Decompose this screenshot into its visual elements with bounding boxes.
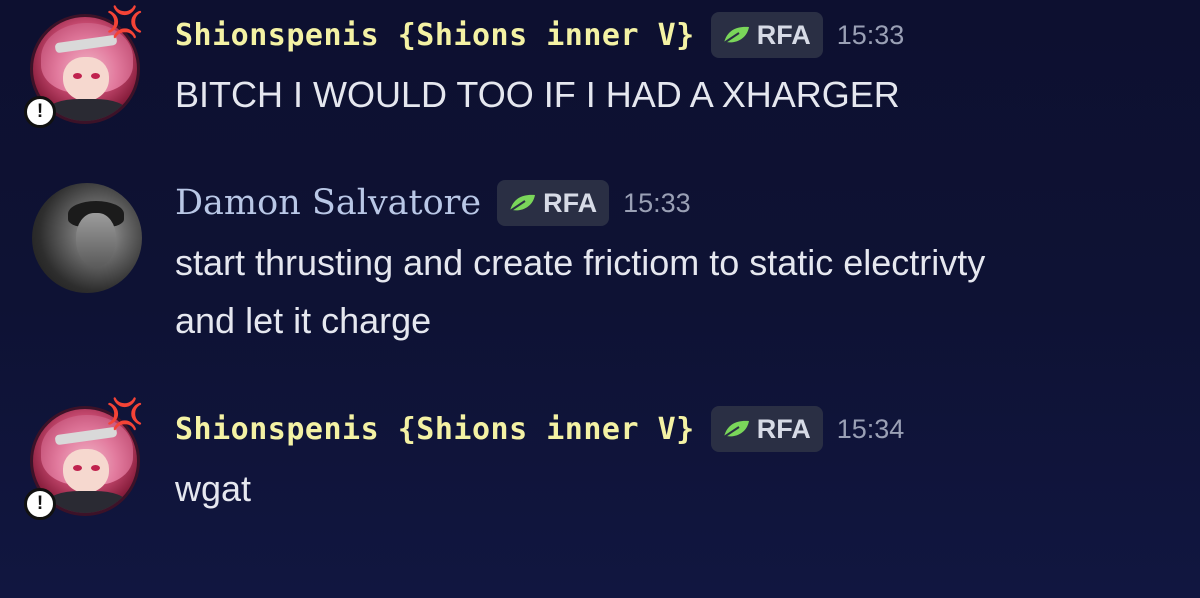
- message-content: start thrusting and create frictiom to s…: [175, 234, 1185, 350]
- tag-label: RFA: [756, 413, 811, 444]
- username[interactable]: Damon Salvatore: [175, 183, 481, 223]
- avatar-face: [63, 449, 109, 493]
- message-header: Damon Salvatore RFA 15:33: [175, 180, 691, 226]
- message-content: wgat: [175, 460, 1185, 518]
- anger-icon: 💢: [106, 6, 144, 39]
- message-header: Shionspenis {Shions inner V} RFA 15:34: [175, 406, 904, 452]
- leaf-icon: [509, 194, 536, 212]
- alert-icon: !: [24, 488, 56, 520]
- message-header: Shionspenis {Shions inner V} RFA 15:33: [175, 12, 904, 58]
- chat-log: 💢 ! Shionspenis {Shions inner V} RFA 15:…: [0, 0, 1200, 598]
- message-content: BITCH I WOULD TOO IF I HAD A XHARGER: [175, 66, 1185, 124]
- alert-icon: !: [24, 96, 56, 128]
- avatar-eye: [73, 465, 82, 471]
- avatar[interactable]: [32, 183, 142, 293]
- timestamp: 15:33: [836, 19, 905, 50]
- anger-icon: 💢: [106, 398, 144, 431]
- username[interactable]: Shionspenis {Shions inner V}: [175, 412, 695, 447]
- avatar-face: [63, 57, 109, 101]
- message-line: BITCH I WOULD TOO IF I HAD A XHARGER: [175, 74, 900, 115]
- message-line: and let it charge: [175, 300, 432, 341]
- role-tag[interactable]: RFA: [710, 12, 823, 58]
- avatar-body: [47, 99, 127, 121]
- message-line: wgat: [175, 468, 252, 509]
- username[interactable]: Shionspenis {Shions inner V}: [175, 18, 695, 53]
- avatar-body: [47, 491, 127, 513]
- leaf-icon: [723, 420, 749, 438]
- timestamp: 15:33: [623, 187, 691, 218]
- avatar-eye: [73, 73, 82, 79]
- avatar-face: [76, 213, 116, 267]
- tag-label: RFA: [756, 19, 811, 50]
- leaf-icon: [723, 26, 749, 44]
- role-tag[interactable]: RFA: [710, 406, 823, 452]
- message-line: start thrusting and create frictiom to s…: [175, 242, 986, 283]
- avatar-eye: [91, 73, 100, 79]
- tag-label: RFA: [543, 187, 598, 218]
- role-tag[interactable]: RFA: [497, 180, 610, 226]
- avatar-eye: [91, 465, 100, 471]
- timestamp: 15:34: [836, 413, 905, 444]
